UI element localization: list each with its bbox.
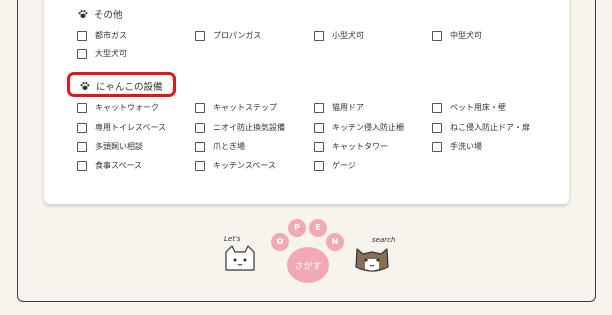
- checkbox-multi-cat[interactable]: 多頭飼い相談: [77, 141, 143, 152]
- checkbox-label: 小型犬可: [332, 31, 364, 40]
- checkbox-box[interactable]: [195, 30, 205, 41]
- checkbox-label: 猫用ドア: [332, 103, 364, 112]
- checkbox-box[interactable]: [195, 141, 205, 152]
- checkbox-kitchen-space[interactable]: キッチンスペース: [195, 160, 276, 171]
- checkbox-box[interactable]: [432, 102, 442, 113]
- checkbox-label: 中型犬可: [450, 31, 482, 40]
- section-title: その他: [94, 10, 123, 21]
- open-letter-e: E: [315, 223, 321, 232]
- section-heading-cat: にゃんこの設備: [80, 79, 163, 93]
- lets-caption: Let's: [224, 235, 241, 243]
- checkbox-label: 食事スペース: [95, 161, 143, 170]
- checkbox-box[interactable]: [432, 122, 442, 133]
- checkbox-label: キャットステップ: [213, 103, 277, 112]
- checkbox-cage[interactable]: ゲージ: [314, 160, 356, 171]
- checkbox-cat-step[interactable]: キャットステップ: [195, 102, 277, 113]
- tabby-cat-icon: [355, 248, 389, 272]
- checkbox-box[interactable]: [314, 30, 324, 41]
- section-title: にゃんこの設備: [96, 82, 163, 93]
- checkbox-box[interactable]: [77, 48, 87, 59]
- checkbox-propane-gas[interactable]: プロパンガス: [195, 30, 261, 41]
- checkbox-label: ゲージ: [332, 161, 356, 170]
- checkbox-box[interactable]: [314, 102, 324, 113]
- checkbox-label: キッチンスペース: [213, 161, 276, 170]
- checkbox-box[interactable]: [432, 30, 442, 41]
- checkbox-label: 多頭飼い相談: [95, 142, 143, 151]
- checkbox-box[interactable]: [195, 160, 205, 171]
- checkbox-odor-ventilation[interactable]: ニオイ防止換気設備: [195, 122, 285, 133]
- checkbox-label: ニオイ防止換気設備: [213, 123, 285, 132]
- open-letter-p: P: [294, 223, 300, 232]
- section-heading-other: その他: [78, 7, 123, 21]
- checkbox-small-dog[interactable]: 小型犬可: [314, 30, 364, 41]
- paw-button-icon: [271, 219, 344, 283]
- open-search-button[interactable]: O P E N さがす: [268, 216, 348, 286]
- checkbox-scratching[interactable]: 爪とぎ場: [195, 141, 245, 152]
- checkbox-cat-barrier-door[interactable]: ねこ侵入防止ドア・扉: [432, 122, 530, 133]
- checkbox-large-dog[interactable]: 大型犬可: [77, 48, 127, 59]
- checkbox-cat-tower[interactable]: キャットタワー: [314, 141, 388, 152]
- checkbox-label: 手洗い場: [450, 142, 482, 151]
- checkbox-label: キャットウォーク: [95, 103, 159, 112]
- checkbox-medium-dog[interactable]: 中型犬可: [432, 30, 482, 41]
- checkbox-label: キャットタワー: [332, 142, 388, 151]
- checkbox-kitchen-fence[interactable]: キッチン侵入防止柵: [314, 122, 404, 133]
- checkbox-city-gas[interactable]: 都市ガス: [77, 30, 127, 41]
- checkbox-hand-wash[interactable]: 手洗い場: [432, 141, 482, 152]
- checkbox-box[interactable]: [77, 122, 87, 133]
- checkbox-cat-door[interactable]: 猫用ドア: [314, 102, 364, 113]
- checkbox-label: 都市ガス: [95, 31, 127, 40]
- paw-icon: [80, 82, 90, 90]
- checkbox-meal-space[interactable]: 食事スペース: [77, 160, 142, 171]
- checkbox-box[interactable]: [195, 102, 205, 113]
- checkbox-label: ペット用床・壁: [450, 103, 506, 112]
- checkbox-box[interactable]: [314, 141, 324, 152]
- checkbox-cat-walk[interactable]: キャットウォーク: [77, 102, 159, 113]
- checkbox-label: プロパンガス: [213, 31, 262, 40]
- checkbox-box[interactable]: [314, 122, 324, 133]
- checkbox-box[interactable]: [195, 122, 205, 133]
- checkbox-box[interactable]: [432, 141, 442, 152]
- checkbox-box[interactable]: [77, 30, 87, 41]
- checkbox-pet-floor-wall[interactable]: ペット用床・壁: [432, 102, 506, 113]
- checkbox-label: キッチン侵入防止柵: [332, 123, 404, 132]
- checkbox-label: ねこ侵入防止ドア・扉: [450, 123, 530, 132]
- checkbox-label: 大型犬可: [95, 49, 127, 58]
- open-letter-n: N: [331, 237, 339, 246]
- white-cat-icon: [225, 245, 255, 271]
- paw-icon: [78, 10, 88, 18]
- checkbox-label: 専用トイレスペース: [95, 123, 167, 132]
- checkbox-toilet-space[interactable]: 専用トイレスペース: [77, 122, 166, 133]
- checkbox-box[interactable]: [314, 160, 324, 171]
- search-button-label: さがす: [294, 262, 322, 272]
- checkbox-box[interactable]: [77, 102, 87, 113]
- open-letter-o: O: [276, 237, 284, 246]
- checkbox-box[interactable]: [77, 141, 87, 152]
- checkbox-box[interactable]: [77, 160, 87, 171]
- checkbox-label: 爪とぎ場: [213, 142, 245, 151]
